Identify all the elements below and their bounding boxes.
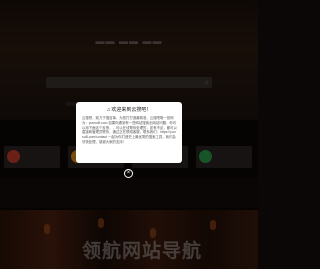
page: ▬▬ ▬▬ ▬▬ ⌕ 领航网站导航 ♫欢迎来到云搜吧！ 云搜吧，致力于搜百事，为 bbox=[0, 0, 258, 269]
modal-body: 云搜吧，致力于搜百事，为您打打造最精准，云搜吧唯一官网为：yunsuB.com … bbox=[82, 116, 177, 144]
modal-title-text: 欢迎来到云搜吧！ bbox=[111, 107, 152, 113]
bell-icon: ♫ bbox=[106, 107, 111, 113]
welcome-modal: ♫欢迎来到云搜吧！ 云搜吧，致力于搜百事，为您打打造最精准，云搜吧唯一官网为：y… bbox=[76, 102, 182, 163]
close-icon[interactable]: × bbox=[124, 169, 133, 178]
modal-title: ♫欢迎来到云搜吧！ bbox=[76, 107, 182, 113]
